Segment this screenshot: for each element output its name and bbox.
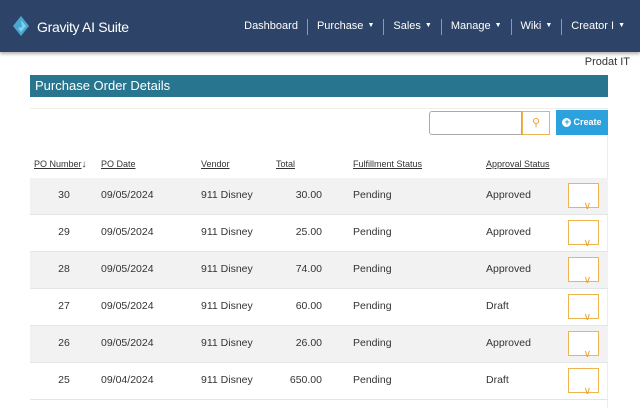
total: 26.00 <box>295 337 322 349</box>
vendor: 911 Disney <box>201 374 253 386</box>
column-header[interactable]: Fulfillment Status <box>353 159 422 169</box>
column-header[interactable]: Total <box>276 159 295 169</box>
row-actions-button[interactable]: ∨ <box>568 183 599 212</box>
po-number: 27 <box>58 300 70 312</box>
total: 74.00 <box>295 263 322 275</box>
fulfillment-status: Pending <box>353 374 392 386</box>
column-header[interactable]: Vendor <box>201 159 230 169</box>
plus-icon: + <box>562 117 572 127</box>
total: 60.00 <box>295 300 322 312</box>
po-date: 09/05/2024 <box>101 300 154 312</box>
caret-down-icon: ▼ <box>367 22 375 30</box>
nav-label: Manage <box>450 20 491 32</box>
nav-label: Purchase <box>316 20 364 32</box>
nav-label: Dashboard <box>244 20 298 32</box>
table-row: 30 09/05/2024 911 Disney 30.00 Pending Approv… <box>30 178 608 215</box>
caret-down-icon: ▼ <box>494 22 502 30</box>
nav-label: Creator I <box>571 20 615 32</box>
total: 30.00 <box>295 189 322 201</box>
table-row: 28 09/05/2024 911 Disney 74.00 Pending Approv… <box>30 252 608 289</box>
chevron-down-icon: ∨ <box>583 348 592 360</box>
table-row: 29 09/05/2024 911 Disney 25.00 Pending Approv… <box>30 215 608 252</box>
column-header-label: PO Number <box>34 159 82 169</box>
search-input[interactable] <box>429 111 522 135</box>
logo-icon <box>13 16 29 36</box>
po-date: 09/05/2024 <box>101 263 154 275</box>
nav-label: Wiki <box>520 20 542 32</box>
vendor: 911 Disney <box>201 337 253 349</box>
chevron-down-icon: ∨ <box>583 200 592 212</box>
po-date: 09/05/2024 <box>101 226 154 238</box>
column-header[interactable]: PO Number ↓ <box>34 159 87 170</box>
po-date: 09/04/2024 <box>101 374 154 386</box>
top-navbar: Gravity AI Suite Dashboard Purchase ▼ Sales… <box>0 0 640 52</box>
create-button[interactable]: + Create <box>556 110 608 135</box>
nav-dashboard[interactable]: Dashboard <box>235 19 307 35</box>
total: 25.00 <box>295 226 322 238</box>
vendor: 911 Disney <box>201 300 253 312</box>
po-date: 09/05/2024 <box>101 337 154 349</box>
vendor: 911 Disney <box>201 189 253 201</box>
fulfillment-status: Pending <box>353 300 392 312</box>
orders-card: ⚲ + Create PO Number ↓ PO Date Vendor Total F… <box>30 108 608 408</box>
search-button[interactable]: ⚲ <box>522 111 550 135</box>
caret-down-icon: ▼ <box>545 22 553 30</box>
approval-status: Approved <box>486 263 531 275</box>
nav-wiki[interactable]: Wiki ▼ <box>510 19 562 35</box>
po-number: 26 <box>58 337 70 349</box>
fulfillment-status: Pending <box>353 226 392 238</box>
chevron-down-icon: ∨ <box>583 274 592 286</box>
table-row: 25 09/04/2024 911 Disney 650.00 Pending Draft… <box>30 363 608 400</box>
column-header-label: Total <box>276 159 296 169</box>
table-row: 26 09/05/2024 911 Disney 26.00 Pending Approv… <box>30 326 608 363</box>
chevron-down-icon: ∨ <box>583 237 592 249</box>
po-number: 30 <box>58 189 70 201</box>
po-date: 09/05/2024 <box>101 189 154 201</box>
user-name: Prodat IT <box>584 56 630 68</box>
create-label: Create <box>573 117 602 127</box>
fulfillment-status: Pending <box>353 337 392 349</box>
nav-creator-i[interactable]: Creator I ▼ <box>561 19 634 35</box>
sort-desc-icon: ↓ <box>81 159 87 170</box>
column-header[interactable]: Approval Status <box>486 159 550 169</box>
nav-manage[interactable]: Manage ▼ <box>440 19 511 35</box>
fulfillment-status: Pending <box>353 263 392 275</box>
column-header-label: Fulfillment Status <box>353 159 423 169</box>
approval-status: Draft <box>486 300 509 312</box>
approval-status: Approved <box>486 226 531 238</box>
column-header[interactable]: PO Date <box>101 159 136 169</box>
fulfillment-status: Pending <box>353 189 392 201</box>
column-header-label: Vendor <box>201 159 230 169</box>
page-title: Purchase Order Details <box>30 75 608 97</box>
app-title[interactable]: Gravity AI Suite <box>37 19 129 35</box>
nav-label: Sales <box>393 20 421 32</box>
chevron-down-icon: ∨ <box>583 311 592 323</box>
table-row: 27 09/05/2024 911 Disney 60.00 Pending Draft ∨ <box>30 289 608 326</box>
vendor: 911 Disney <box>201 226 253 238</box>
chevron-down-icon: ∨ <box>583 385 592 397</box>
vendor: 911 Disney <box>201 263 253 275</box>
caret-down-icon: ▼ <box>618 22 625 30</box>
nav-purchase[interactable]: Purchase ▼ <box>306 19 383 35</box>
column-header-label: PO Date <box>101 159 136 169</box>
row-actions-button[interactable]: ∨ <box>568 368 599 397</box>
po-number: 28 <box>58 263 70 275</box>
approval-status: Approved <box>486 189 531 201</box>
approval-status: Approved <box>486 337 531 349</box>
total: 650.00 <box>289 374 322 386</box>
po-number: 25 <box>58 374 70 386</box>
row-actions-button[interactable]: ∨ <box>568 257 599 286</box>
row-actions-button[interactable]: ∨ <box>568 294 599 323</box>
caret-down-icon: ▼ <box>424 22 432 30</box>
main-menu: Dashboard Purchase ▼ Sales ▼ Manage ▼ Wiki ▼ Crea… <box>235 19 634 35</box>
row-actions-button[interactable]: ∨ <box>568 220 599 249</box>
nav-sales[interactable]: Sales ▼ <box>383 19 440 35</box>
po-number: 29 <box>58 226 70 238</box>
search-icon: ⚲ <box>531 117 541 129</box>
column-header-label: Approval Status <box>486 159 550 169</box>
approval-status: Draft <box>486 374 509 386</box>
row-actions-button[interactable]: ∨ <box>568 331 599 360</box>
